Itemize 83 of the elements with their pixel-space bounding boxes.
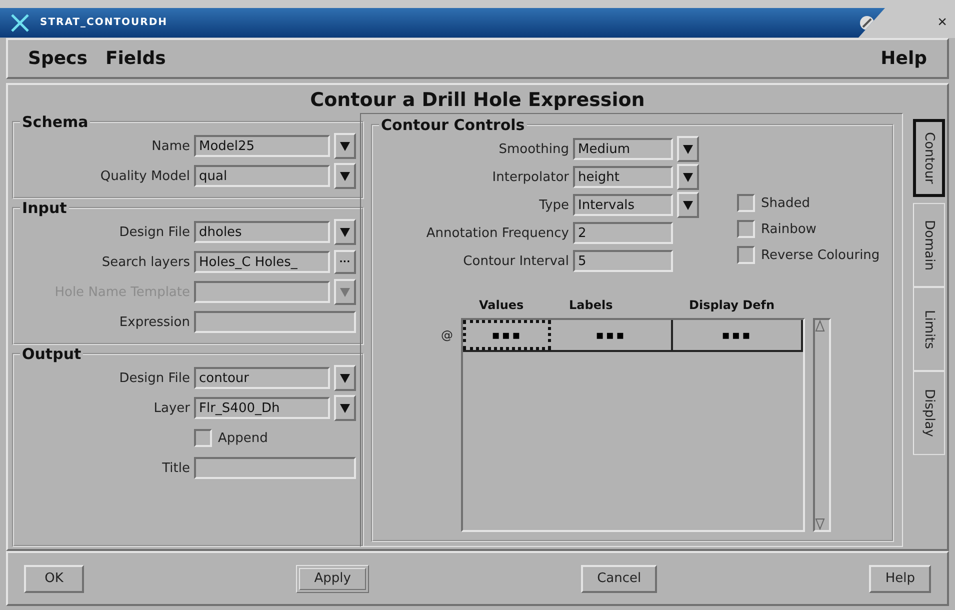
input-field[interactable]: qual <box>194 165 330 188</box>
dialog-button[interactable]: Apply <box>296 564 369 593</box>
checkbox[interactable] <box>737 194 755 212</box>
tab[interactable]: Limits <box>913 287 945 372</box>
dropdown-arrow-icon <box>339 226 351 238</box>
dropdown-arrow-icon <box>339 286 351 298</box>
pin-icon[interactable] <box>859 14 875 31</box>
field-label: Annotation Frequency <box>425 226 569 241</box>
field-label: Title <box>161 460 190 476</box>
input-field[interactable]: dholes <box>194 221 330 244</box>
field-label: Expression <box>118 314 190 330</box>
input-field[interactable]: Flr_S400_Dh <box>194 397 330 420</box>
row-marker: @ <box>440 327 453 344</box>
input-field[interactable]: Model25 <box>194 135 330 158</box>
menu-item[interactable]: Fields <box>105 48 166 69</box>
dropdown-arrow-icon <box>339 402 351 414</box>
dropdown-button[interactable] <box>334 163 356 190</box>
field-label: Smoothing <box>498 142 569 157</box>
checkbox[interactable] <box>194 429 212 448</box>
dialog-heading: Contour a Drill Hole Expression <box>309 88 646 114</box>
tab[interactable]: Contour <box>913 119 945 198</box>
checkbox-label: Rainbow <box>761 222 816 237</box>
close-button[interactable]: × <box>885 8 955 38</box>
dropdown-button[interactable] <box>334 219 356 246</box>
column-header: Labels <box>568 297 614 314</box>
checkbox-label: Append <box>218 430 268 446</box>
window-title: STRAT_CONTOURDH <box>40 17 169 28</box>
field-label: Design File <box>118 224 190 240</box>
menu-item[interactable]: Help <box>880 48 927 69</box>
scroll-up-icon[interactable] <box>815 320 825 332</box>
dropdown-arrow-icon <box>339 170 351 182</box>
input-field[interactable]: height <box>573 166 673 188</box>
tab[interactable]: Display <box>913 371 945 456</box>
section-title: Contour Controls <box>380 116 526 134</box>
input-field[interactable]: Medium <box>573 138 673 160</box>
menu-item[interactable]: Specs <box>28 48 88 69</box>
checkbox[interactable] <box>737 220 755 238</box>
dialog-button[interactable]: OK <box>24 564 84 593</box>
input-field[interactable]: contour <box>194 367 330 390</box>
browse-button[interactable]: ··· <box>334 250 356 274</box>
input-field[interactable] <box>194 281 330 304</box>
dropdown-button[interactable] <box>334 365 356 392</box>
field-label: Layer <box>152 400 190 416</box>
column-header: Values <box>478 297 525 314</box>
field-label: Interpolator <box>491 170 569 185</box>
x-logo-icon <box>10 14 30 32</box>
input-field[interactable]: 5 <box>573 250 673 272</box>
field-label: Name <box>150 138 190 154</box>
dropdown-arrow-icon <box>682 199 694 212</box>
input-field[interactable]: Intervals <box>573 194 673 216</box>
field-label: Quality Model <box>99 168 190 184</box>
section-title: Schema <box>21 113 90 132</box>
dropdown-arrow-icon <box>682 171 694 184</box>
checkbox-label: Reverse Colouring <box>761 248 880 263</box>
dropdown-button[interactable] <box>677 192 699 218</box>
input-field[interactable] <box>194 457 356 480</box>
table-cell[interactable]: ▪▪▪ <box>463 320 551 350</box>
input-field[interactable]: Holes_C Holes_ <box>194 251 330 274</box>
column-header: Display Defn <box>688 297 776 314</box>
dropdown-button[interactable] <box>334 395 356 422</box>
dialog-button[interactable]: Cancel <box>581 564 658 593</box>
dialog-button[interactable]: Help <box>869 564 931 593</box>
field-label: Type <box>538 198 569 213</box>
section-title: Input <box>21 199 68 218</box>
table-cell[interactable]: ▪▪▪ <box>673 320 803 350</box>
section-title: Output <box>21 345 82 364</box>
checkbox[interactable] <box>737 246 755 264</box>
checkbox-label: Shaded <box>761 196 810 211</box>
field-label: Search layers <box>100 254 190 270</box>
field-label: Design File <box>118 370 190 386</box>
dropdown-button[interactable] <box>677 164 699 190</box>
dropdown-button[interactable] <box>677 136 699 162</box>
dropdown-button[interactable] <box>334 133 356 160</box>
input-field[interactable] <box>194 311 356 334</box>
scroll-down-icon[interactable] <box>815 518 825 530</box>
field-label: Contour Interval <box>462 254 569 269</box>
scrollbar[interactable] <box>813 318 831 532</box>
tab[interactable]: Domain <box>913 203 945 288</box>
table-cell[interactable]: ▪▪▪ <box>551 320 673 350</box>
dropdown-arrow-icon <box>682 143 694 156</box>
dropdown-arrow-icon <box>339 372 351 384</box>
input-field[interactable]: 2 <box>573 222 673 244</box>
dropdown-arrow-icon <box>339 140 351 152</box>
